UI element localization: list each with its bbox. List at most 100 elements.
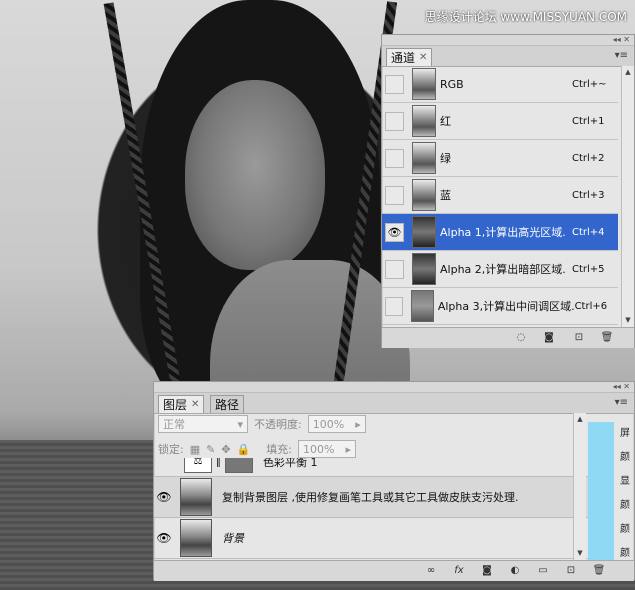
layer-row-background[interactable]: 👁 背景 🔒 xyxy=(154,518,592,559)
channel-shortcut: Ctrl+2 xyxy=(572,152,605,164)
opacity-input[interactable]: 100% ▸ xyxy=(307,415,366,433)
blend-mode-select[interactable]: 正常 ▾ xyxy=(158,415,248,433)
chevron-right-icon: ▸ xyxy=(345,442,351,456)
lock-move-icon[interactable]: ✥ xyxy=(221,443,230,456)
fill-value: 100% xyxy=(302,442,335,456)
channel-thumbnail xyxy=(412,253,436,285)
scroll-up-icon[interactable]: ▲ xyxy=(623,68,633,78)
face-shape xyxy=(185,80,325,270)
channel-name: Alpha 2,计算出暗部区域. xyxy=(440,263,566,276)
visibility-toggle[interactable] xyxy=(385,148,404,168)
side-labels: 屏 颜 显 颜 颜 颜 xyxy=(616,422,634,566)
channels-bottom-bar: ◌ ◙ ⊡ 🗑 xyxy=(382,327,634,348)
visibility-toggle[interactable] xyxy=(385,259,404,279)
load-selection-icon[interactable]: ◌ xyxy=(514,331,528,344)
tab-paths-label: 路径 xyxy=(215,398,240,412)
channel-thumbnail xyxy=(412,68,436,100)
mask-icon[interactable]: ◙ xyxy=(480,564,494,577)
eye-icon[interactable]: 👁 xyxy=(154,531,174,545)
channel-thumbnail xyxy=(412,179,436,211)
layers-panel: ◂◂ ✕ 图层 ✕ 路径 ▾≡ 正常 ▾ 不透明度: 100% ▸ 锁定: ▦ … xyxy=(153,381,635,581)
side-label: 颜 xyxy=(620,452,630,463)
lock-fill-row: 锁定: ▦ ✎ ✥ 🔒 填充: 100% ▸ xyxy=(158,440,356,458)
channel-row-green[interactable]: 绿 Ctrl+2 xyxy=(382,140,618,177)
panel-menu-icon[interactable]: ▾≡ xyxy=(615,397,628,408)
visibility-toggle[interactable] xyxy=(385,185,404,205)
channel-shortcut: Ctrl+4 xyxy=(572,226,605,238)
new-layer-icon[interactable]: ⊡ xyxy=(564,564,578,577)
channels-tabs: 通道 ✕ ▾≡ xyxy=(382,46,634,67)
layers-bottom-bar: ∞ fx ◙ ◐ ▭ ⊡ 🗑 xyxy=(154,560,634,581)
close-icon[interactable]: ✕ xyxy=(191,399,199,410)
folder-icon[interactable]: ▭ xyxy=(536,564,550,577)
chevron-down-icon: ▾ xyxy=(237,417,243,431)
channel-shortcut: Ctrl+~ xyxy=(572,78,607,90)
link-icon: ∥ xyxy=(216,458,221,468)
channel-row-rgb[interactable]: RGB Ctrl+~ xyxy=(382,66,618,103)
channel-name: RGB xyxy=(440,77,464,91)
channel-shortcut: Ctrl+3 xyxy=(572,189,605,201)
lock-icon[interactable]: 🔒 xyxy=(237,443,251,456)
channel-row-alpha2[interactable]: Alpha 2,计算出暗部区域. Ctrl+5 xyxy=(382,251,618,288)
layer-row-color-balance[interactable]: ⚖ ∥ 色彩平衡 1 xyxy=(154,458,592,477)
layer-name: 背景 xyxy=(222,532,244,545)
panel-menu-icon[interactable]: ▾≡ xyxy=(615,50,628,61)
tab-layers-label: 图层 xyxy=(163,398,188,412)
adjustment-layer-icon[interactable]: ◐ xyxy=(508,564,522,577)
layer-row-duplicate[interactable]: 👁 复制背景图层 ,使用修复画笔工具或其它工具做皮肤支污处理. xyxy=(154,477,592,518)
scroll-down-icon[interactable]: ▼ xyxy=(575,549,585,559)
side-label: 颜 xyxy=(620,500,630,511)
channel-row-blue[interactable]: 蓝 Ctrl+3 xyxy=(382,177,618,214)
link-layers-icon[interactable]: ∞ xyxy=(424,564,438,577)
tab-layers[interactable]: 图层 ✕ xyxy=(158,395,205,413)
layer-thumbnail xyxy=(180,478,212,516)
layer-mask-thumbnail xyxy=(225,458,253,473)
layer-name: 复制背景图层 ,使用修复画笔工具或其它工具做皮肤支污处理. xyxy=(222,491,519,504)
collapse-icon[interactable]: ◂◂ ✕ xyxy=(613,35,630,44)
channel-thumbnail xyxy=(412,142,436,174)
visibility-toggle[interactable] xyxy=(385,111,404,131)
layers-tabs: 图层 ✕ 路径 ▾≡ xyxy=(154,393,634,414)
channel-row-alpha1[interactable]: 👁 Alpha 1,计算出高光区域. Ctrl+4 xyxy=(382,214,618,251)
eye-icon[interactable]: 👁 xyxy=(385,222,404,242)
fx-icon[interactable]: fx xyxy=(452,564,466,577)
lock-brush-icon[interactable]: ✎ xyxy=(206,443,215,456)
trash-icon[interactable]: 🗑 xyxy=(592,564,606,577)
fill-input[interactable]: 100% ▸ xyxy=(297,440,356,458)
channel-name: Alpha 1,计算出高光区域. xyxy=(440,226,566,239)
channels-list: RGB Ctrl+~ 红 Ctrl+1 绿 Ctrl+2 蓝 Ctrl+3 👁 … xyxy=(382,66,620,328)
eye-icon[interactable]: 👁 xyxy=(154,490,174,504)
panel-topbar: ◂◂ ✕ xyxy=(382,35,634,46)
layer-name: 色彩平衡 1 xyxy=(263,458,318,469)
side-label: 显 xyxy=(620,476,630,487)
save-selection-icon[interactable]: ◙ xyxy=(542,331,556,344)
channel-row-red[interactable]: 红 Ctrl+1 xyxy=(382,103,618,140)
lock-transparency-icon[interactable]: ▦ xyxy=(190,443,200,456)
fill-label: 填充: xyxy=(266,443,292,456)
tab-channels[interactable]: 通道 ✕ xyxy=(386,48,433,66)
visibility-toggle[interactable] xyxy=(385,296,404,316)
scroll-up-icon[interactable]: ▲ xyxy=(575,415,585,425)
trash-icon[interactable]: 🗑 xyxy=(600,331,614,344)
collapse-icon[interactable]: ◂◂ ✕ xyxy=(613,382,630,391)
layer-thumbnail xyxy=(180,519,212,557)
channel-thumbnail xyxy=(412,105,436,137)
channel-thumbnail xyxy=(411,290,434,322)
layers-scrollbar[interactable]: ▲ ▼ xyxy=(573,413,586,561)
close-icon[interactable]: ✕ xyxy=(419,52,427,63)
panel-topbar: ◂◂ ✕ xyxy=(154,382,634,393)
opacity-value: 100% xyxy=(312,417,345,431)
channel-thumbnail xyxy=(412,216,436,248)
channel-row-alpha3[interactable]: Alpha 3,计算出中间调区域. Ctrl+6 xyxy=(382,288,618,325)
adjustment-icon: ⚖ xyxy=(184,458,212,473)
layers-list: ⚖ ∥ 色彩平衡 1 👁 复制背景图层 ,使用修复画笔工具或其它工具做皮肤支污处… xyxy=(154,458,594,561)
channels-scrollbar[interactable]: ▲ ▼ xyxy=(621,66,634,328)
watermark: 思缘设计论坛 www.MISSYUAN.COM xyxy=(424,10,627,24)
channels-panel: ◂◂ ✕ 通道 ✕ ▾≡ RGB Ctrl+~ 红 Ctrl+1 绿 Ctrl+… xyxy=(381,34,635,348)
lock-label: 锁定: xyxy=(158,443,184,456)
scroll-down-icon[interactable]: ▼ xyxy=(623,316,633,326)
tab-paths[interactable]: 路径 xyxy=(210,395,245,413)
visibility-toggle[interactable] xyxy=(385,74,404,94)
blend-mode-value: 正常 xyxy=(163,418,185,431)
new-channel-icon[interactable]: ⊡ xyxy=(572,331,586,344)
